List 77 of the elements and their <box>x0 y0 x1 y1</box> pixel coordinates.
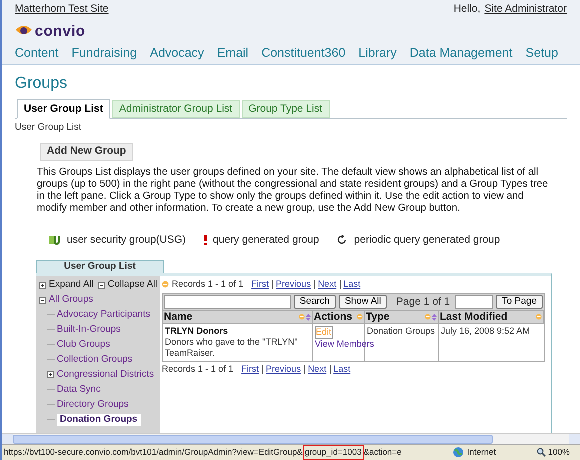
nav-link[interactable]: Library <box>358 45 397 61</box>
status-url: https://bvt100-secure.convio.com/bvt101/admin/GroupAdmin?view=EditGroup& <box>4 446 303 459</box>
column-header[interactable]: Last Modified <box>439 310 544 324</box>
pager-link[interactable]: Next <box>308 364 327 376</box>
nav-link[interactable]: Fundraising <box>72 45 138 61</box>
collapse-all-link[interactable]: Collapse All <box>108 279 158 292</box>
pager-link[interactable]: First <box>242 364 260 376</box>
legend-label: periodic query generated group <box>354 234 500 246</box>
page-info: Page 1 of 1 <box>396 296 450 308</box>
tab[interactable]: Administrator Group List <box>112 100 240 118</box>
group-name: TRLYN Donors <box>165 326 230 338</box>
pager-link[interactable]: Last <box>334 364 351 376</box>
nav-link[interactable]: Email <box>217 45 249 61</box>
tree-item[interactable]: Donation Groups <box>57 414 141 426</box>
user-group-icon <box>49 235 61 246</box>
search-button[interactable]: Search <box>294 295 336 310</box>
nav-link[interactable]: Data Management <box>410 45 513 61</box>
tree-item[interactable]: Collection Groups <box>57 354 133 366</box>
column-menu-icon <box>536 314 542 320</box>
description-text: This Groups List displays the user groups defined on your site. The default view shows an alphabetical list of all groups (up to 500) in the right pane (without the congressional and state resident groups) and a Group Types tree in the left pane. Click a Group Type to show only the groups defined within it. Use the edit action to view and modify member and other information. To create a new group, use the Add New Group button. <box>37 167 550 216</box>
page-field[interactable] <box>455 295 494 310</box>
column-header[interactable]: Actions <box>313 310 365 324</box>
pager-link[interactable]: Previous <box>276 279 312 290</box>
tree-item[interactable]: Club Groups <box>57 338 110 351</box>
action-link[interactable]: View Members <box>315 339 374 350</box>
expand-all-link[interactable]: Expand All <box>49 279 94 292</box>
zone-label: Internet <box>467 446 498 459</box>
legend-label: query generated group <box>213 234 320 246</box>
greeting-text: Hello, <box>454 3 481 16</box>
tree-item[interactable]: Advocacy Participants <box>57 308 150 321</box>
page-title: Groups <box>15 74 68 94</box>
column-menu-icon <box>425 314 431 320</box>
url-highlight: group_id=1003 <box>302 445 364 460</box>
column-header[interactable]: Type <box>365 310 439 324</box>
exclamation-icon <box>204 235 208 246</box>
logo-text: convio <box>35 24 86 38</box>
pager-link[interactable]: Last <box>344 279 361 290</box>
tree-item[interactable]: Data Sync <box>57 384 101 396</box>
group-description: Donors who gave to the "TRLYN" TeamRaiser. <box>165 337 299 360</box>
tab[interactable]: Group Type List <box>242 100 330 118</box>
tree-item[interactable]: All Groups <box>49 294 94 306</box>
tree-item[interactable]: Congressional Districts <box>57 368 154 381</box>
expand-icon <box>39 282 46 289</box>
nav-link[interactable]: Constituent360 <box>262 45 346 61</box>
status-url: &action=e <box>364 446 402 459</box>
horizontal-scrollbar[interactable] <box>2 433 580 444</box>
pager-link[interactable]: First <box>252 279 270 290</box>
column-menu-icon <box>357 314 363 320</box>
pager-link[interactable]: Next <box>318 279 337 290</box>
site-link[interactable]: Matterhorn Test Site <box>15 3 109 16</box>
sort-icon <box>306 314 311 321</box>
tree-item[interactable]: Directory Groups <box>57 398 129 411</box>
records-count: Records 1 - 1 of 1 <box>162 364 234 376</box>
pager-link[interactable]: Previous <box>266 364 302 376</box>
globe-icon <box>453 447 464 458</box>
zoom-level[interactable]: 100% <box>548 446 570 459</box>
to-page-button[interactable]: To Page <box>496 295 543 310</box>
panel-tab[interactable]: User Group List <box>36 260 164 274</box>
user-link[interactable]: Site Administrator <box>484 3 567 16</box>
column-header[interactable]: Name <box>163 310 313 324</box>
table-cell: July 16, 2008 9:52 AM <box>439 323 544 362</box>
zoom-icon <box>537 448 546 457</box>
records-count: Records 1 - 1 of 1 <box>172 279 244 290</box>
search-field[interactable] <box>164 295 291 310</box>
nav-link[interactable]: Advocacy <box>150 45 204 61</box>
legend-label: user security group(USG) <box>67 234 186 246</box>
tree-item[interactable]: Built-In-Groups <box>57 324 121 336</box>
nav-link[interactable]: Content <box>15 45 59 61</box>
nav-link[interactable]: Setup <box>526 45 558 61</box>
tab[interactable]: User Group List <box>17 99 110 119</box>
collapse-icon <box>98 282 105 289</box>
breadcrumb-text: User Group List <box>15 122 83 134</box>
show-all-button[interactable]: Show All <box>338 295 388 310</box>
refresh-icon <box>337 235 348 246</box>
add-group-button[interactable]: Add New Group <box>40 143 134 161</box>
sort-icon <box>432 314 437 321</box>
column-menu-icon <box>299 314 305 320</box>
